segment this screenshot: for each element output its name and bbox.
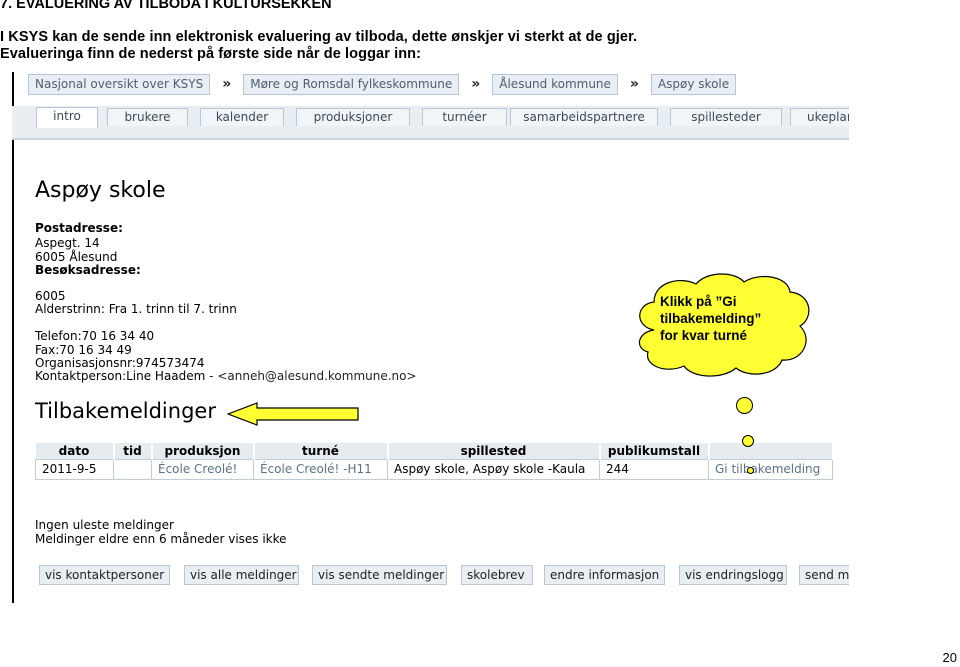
gi-tilbakemelding-link[interactable]: Gi tilbakemelding xyxy=(708,458,833,480)
messages-note: Meldinger eldre enn 6 måneder vises ikke xyxy=(35,532,287,546)
cell-turne-link[interactable]: École Creolé! -H11 xyxy=(253,458,388,480)
page-number: 20 xyxy=(942,650,957,665)
endre-informasjon-button[interactable]: endre informasjon xyxy=(544,565,665,585)
bubble-dot-large xyxy=(736,397,753,414)
callout-text: Klikk på ”Gi tilbakemelding” for kvar tu… xyxy=(660,293,800,344)
col-action xyxy=(708,443,834,459)
postadresse-city: 6005 Ålesund xyxy=(35,250,118,264)
vis-alle-meldinger-button[interactable]: vis alle meldinger xyxy=(184,565,299,585)
breadcrumb-separator: » xyxy=(222,76,232,92)
alderstrinn: Alderstrinn: Fra 1. trinn til 7. trinn xyxy=(35,302,237,316)
postadresse-label: Postadresse: xyxy=(35,221,123,235)
kontaktperson-label: Kontaktperson: xyxy=(35,369,127,383)
tab-spillesteder[interactable]: spillesteder xyxy=(670,108,782,126)
table-header-row: dato tid produksjon turné spillested pub… xyxy=(35,443,834,459)
tab-kalender[interactable]: kalender xyxy=(200,108,284,126)
breadcrumb-separator: » xyxy=(629,76,639,92)
tab-brukere[interactable]: brukere xyxy=(107,108,188,126)
cell-publikumstall: 244 xyxy=(599,458,709,480)
besoksadresse-label: Besøksadresse: xyxy=(35,263,141,277)
vis-kontaktpersoner-button[interactable]: vis kontaktpersoner xyxy=(39,565,170,585)
organisasjonsnr: Organisasjonsnr:974573474 xyxy=(35,356,205,370)
breadcrumb: Nasjonal oversikt over KSYS » Møre og Ro… xyxy=(28,73,737,95)
callout-line-2: tilbakemelding” xyxy=(660,311,762,326)
document-instruction-line: Evalueringa finn de nederst på første si… xyxy=(0,46,422,62)
cell-produksjon-link[interactable]: École Creolé! xyxy=(151,458,254,480)
vis-endringslogg-button[interactable]: vis endringslogg xyxy=(679,565,787,585)
tab-samarbeidspartnere[interactable]: samarbeidspartnere xyxy=(510,108,658,126)
messages-status: Ingen uleste meldinger xyxy=(35,518,174,532)
bubble-dot-medium xyxy=(742,435,754,447)
kontaktperson-name[interactable]: Line Haadem xyxy=(126,369,205,383)
col-turne: turné xyxy=(253,443,389,459)
callout-line-1: Klikk på ”Gi xyxy=(660,294,737,309)
school-name: Aspøy skole xyxy=(35,178,166,203)
cell-tid xyxy=(113,458,152,480)
bubble-dot-small xyxy=(747,467,754,474)
tab-bar: intro brukere kalender produksjoner turn… xyxy=(12,106,849,140)
breadcrumb-kommune[interactable]: Ålesund kommune xyxy=(492,73,618,95)
frame-border xyxy=(12,72,14,603)
tilbakemeldinger-table: dato tid produksjon turné spillested pub… xyxy=(35,443,834,480)
kontaktperson-email[interactable]: - <anneh@alesund.kommune.no> xyxy=(205,369,416,383)
postadresse-street: Aspegt. 14 xyxy=(35,236,100,250)
telefon: Telefon:70 16 34 40 xyxy=(35,329,155,343)
breadcrumb-fylkeskommune[interactable]: Møre og Romsdal fylkeskommune xyxy=(243,73,460,95)
col-spillested: spillested xyxy=(387,443,601,459)
col-tid: tid xyxy=(113,443,153,459)
send-melding-button[interactable]: send m xyxy=(799,565,849,585)
document-heading: 7. EVALUERING AV TILBODA I KULTURSEKKEN xyxy=(0,0,332,12)
col-produksjon: produksjon xyxy=(151,443,255,459)
vis-sendte-meldinger-button[interactable]: vis sendte meldinger xyxy=(312,565,447,585)
tilbakemeldinger-heading: Tilbakemeldinger xyxy=(35,399,216,423)
cell-spillested: Aspøy skole, Aspøy skole -Kaula xyxy=(387,458,600,480)
skolebrev-button[interactable]: skolebrev xyxy=(461,565,533,585)
arrow-icon xyxy=(227,402,359,426)
tab-intro[interactable]: intro xyxy=(36,107,98,128)
tab-produksjoner[interactable]: produksjoner xyxy=(296,108,410,126)
kontaktperson: Kontaktperson:Line Haadem - <anneh@alesu… xyxy=(35,369,417,383)
col-dato: dato xyxy=(35,443,115,459)
breadcrumb-nasjonal[interactable]: Nasjonal oversikt over KSYS xyxy=(28,73,211,95)
cell-dato: 2011-9-5 xyxy=(35,458,114,480)
tab-ukeplan[interactable]: ukeplan xyxy=(790,108,849,126)
fax: Fax:70 16 34 49 xyxy=(35,343,132,357)
breadcrumb-separator: » xyxy=(471,76,481,92)
col-publikumstall: publikumstall xyxy=(599,443,710,459)
besoksadresse-value: 6005 xyxy=(35,289,66,303)
document-intro-line: I KSYS kan de sende inn elektronisk eval… xyxy=(0,29,638,45)
tab-turneer[interactable]: turnéer xyxy=(422,108,507,126)
table-row: 2011-9-5 École Creolé! École Creolé! -H1… xyxy=(35,458,833,480)
callout-line-3: for kvar turné xyxy=(660,328,748,343)
breadcrumb-school[interactable]: Aspøy skole xyxy=(650,73,737,95)
